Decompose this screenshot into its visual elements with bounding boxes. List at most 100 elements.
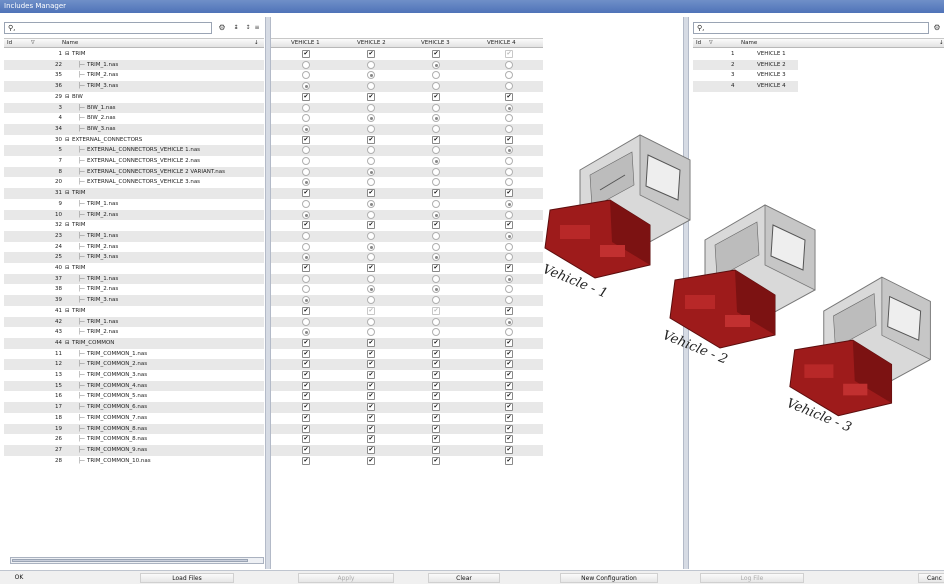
tree-group-row[interactable]: 29 ⊟ BIW xyxy=(4,92,264,103)
tree-file-row[interactable]: 10 ├─ TRIM_2.nas xyxy=(4,209,264,221)
variant-radio[interactable] xyxy=(505,253,513,262)
include-checkbox[interactable]: ✔ xyxy=(302,435,310,444)
vehicle-row[interactable]: 2 VEHICLE 2 xyxy=(693,59,798,71)
variant-radio[interactable] xyxy=(367,157,375,165)
tree-file-row[interactable]: 12 ├─ TRIM_COMMON_2.nas xyxy=(4,359,264,370)
tree-group-row[interactable]: 1 ⊟ TRIM xyxy=(4,49,264,60)
variant-radio[interactable] xyxy=(432,317,440,326)
include-checkbox[interactable]: ✔ xyxy=(432,424,440,433)
variant-radio[interactable] xyxy=(302,274,310,283)
include-checkbox[interactable]: ✔ xyxy=(302,403,310,412)
include-checkbox[interactable]: ✔ xyxy=(367,349,375,358)
tree-file-row[interactable]: 42 ├─ TRIM_1.nas xyxy=(4,316,264,328)
variant-radio[interactable] xyxy=(505,114,513,123)
variant-radio[interactable] xyxy=(432,285,440,294)
variant-radio[interactable] xyxy=(302,60,310,69)
include-checkbox[interactable]: ✔ xyxy=(505,424,513,433)
variant-radio[interactable] xyxy=(302,178,310,187)
filter-icon[interactable]: ≡ xyxy=(252,23,262,33)
settings-icon[interactable]: ⚙ xyxy=(932,23,942,33)
variant-radio[interactable] xyxy=(432,157,440,165)
collapse-icon[interactable]: ⊟ xyxy=(65,220,70,230)
include-checkbox[interactable]: ✔ xyxy=(367,306,375,315)
tree-file-row[interactable]: 23 ├─ TRIM_1.nas xyxy=(4,230,264,242)
tree-file-row[interactable]: 19 ├─ TRIM_COMMON_8.nas xyxy=(4,423,264,435)
variant-radio[interactable] xyxy=(432,199,440,208)
variant-radio[interactable] xyxy=(367,242,375,251)
tree-file-row[interactable]: 16 ├─ TRIM_COMMON_5.nas xyxy=(4,391,264,402)
variant-radio[interactable] xyxy=(432,274,440,283)
include-checkbox[interactable]: ✔ xyxy=(505,221,513,230)
matrix-col-vehicle-2[interactable]: VEHICLE 2 xyxy=(357,40,386,47)
include-checkbox[interactable]: ✔ xyxy=(432,403,440,412)
collapse-icon[interactable]: ⊟ xyxy=(65,92,70,102)
include-checkbox[interactable]: ✔ xyxy=(302,264,310,272)
tree-file-row[interactable]: 17 ├─ TRIM_COMMON_6.nas xyxy=(4,402,264,413)
include-checkbox[interactable]: ✔ xyxy=(505,403,513,412)
tree-file-row[interactable]: 27 ├─ TRIM_COMMON_9.nas xyxy=(4,444,264,456)
variant-radio[interactable] xyxy=(505,317,513,326)
vehicle-row[interactable]: 1 VEHICLE 1 xyxy=(693,49,798,60)
matrix-col-vehicle-3[interactable]: VEHICLE 3 xyxy=(421,40,450,47)
include-checkbox[interactable]: ✔ xyxy=(432,456,440,465)
variant-radio[interactable] xyxy=(302,231,310,240)
tree-file-row[interactable]: 5 ├─ EXTERNAL_CONNECTORS_VEHICLE 1.nas xyxy=(4,145,264,156)
include-checkbox[interactable]: ✔ xyxy=(505,92,513,101)
vehicle-row[interactable]: 4 VEHICLE 4 xyxy=(693,81,798,92)
variant-radio[interactable] xyxy=(432,114,440,123)
tree-file-row[interactable]: 28 ├─ TRIM_COMMON_10.nas xyxy=(4,456,264,467)
load-files-button[interactable]: Load Files xyxy=(140,573,234,583)
cancel-button[interactable]: Canc xyxy=(918,573,944,583)
collapse-icon[interactable]: ⊟ xyxy=(65,263,70,273)
include-checkbox[interactable]: ✔ xyxy=(302,424,310,433)
include-checkbox[interactable]: ✔ xyxy=(432,92,440,101)
tree-file-row[interactable]: 11 ├─ TRIM_COMMON_1.nas xyxy=(4,349,264,360)
variant-radio[interactable] xyxy=(505,210,513,219)
include-checkbox[interactable]: ✔ xyxy=(302,189,310,198)
tree-file-row[interactable]: 15 ├─ TRIM_COMMON_4.nas xyxy=(4,380,264,392)
variant-radio[interactable] xyxy=(367,253,375,262)
apply-button[interactable]: Apply xyxy=(298,573,394,583)
tree-file-row[interactable]: 9 ├─ TRIM_1.nas xyxy=(4,199,264,210)
include-checkbox[interactable]: ✔ xyxy=(505,264,513,272)
horizontal-scrollbar[interactable] xyxy=(10,557,264,564)
include-checkbox[interactable]: ✔ xyxy=(367,445,375,454)
variant-radio[interactable] xyxy=(302,242,310,251)
ok-button[interactable]: OK xyxy=(2,573,36,583)
tree-file-row[interactable]: 26 ├─ TRIM_COMMON_8.nas xyxy=(4,434,264,445)
variant-radio[interactable] xyxy=(505,71,513,80)
variant-radio[interactable] xyxy=(505,285,513,294)
variant-radio[interactable] xyxy=(302,296,310,305)
variant-radio[interactable] xyxy=(302,82,310,91)
tree-file-row[interactable]: 8 ├─ EXTERNAL_CONNECTORS_VEHICLE 2 VARIANT… xyxy=(4,166,264,178)
include-checkbox[interactable]: ✔ xyxy=(505,445,513,454)
tree-file-row[interactable]: 43 ├─ TRIM_2.nas xyxy=(4,327,264,338)
variant-radio[interactable] xyxy=(432,231,440,240)
id-column-header[interactable]: Id xyxy=(7,40,12,47)
name-column-header[interactable]: Name xyxy=(62,40,78,47)
variant-radio[interactable] xyxy=(367,199,375,208)
tree-file-row[interactable]: 24 ├─ TRIM_2.nas xyxy=(4,242,264,253)
variant-radio[interactable] xyxy=(302,103,310,112)
variant-radio[interactable] xyxy=(367,124,375,133)
variant-radio[interactable] xyxy=(505,124,513,133)
variant-radio[interactable] xyxy=(302,71,310,80)
tree-file-row[interactable]: 34 ├─ BIW_3.nas xyxy=(4,123,264,135)
variant-radio[interactable] xyxy=(367,285,375,294)
variant-radio[interactable] xyxy=(505,274,513,283)
variant-radio[interactable] xyxy=(505,328,513,337)
include-checkbox[interactable]: ✔ xyxy=(367,221,375,230)
include-checkbox[interactable]: ✔ xyxy=(302,349,310,358)
include-checkbox[interactable]: ✔ xyxy=(432,413,440,422)
include-checkbox[interactable]: ✔ xyxy=(505,392,513,401)
id-column-header[interactable]: Id xyxy=(696,40,701,47)
tree-file-row[interactable]: 36 ├─ TRIM_3.nas xyxy=(4,81,264,92)
variant-radio[interactable] xyxy=(302,253,310,262)
include-checkbox[interactable]: ✔ xyxy=(505,50,513,58)
include-checkbox[interactable]: ✔ xyxy=(302,413,310,422)
tree-file-row[interactable]: 37 ├─ TRIM_1.nas xyxy=(4,273,264,285)
variant-radio[interactable] xyxy=(302,285,310,294)
variant-radio[interactable] xyxy=(367,328,375,337)
tree-file-row[interactable]: 20 ├─ EXTERNAL_CONNECTORS_VEHICLE 3.nas xyxy=(4,177,264,188)
include-checkbox[interactable]: ✔ xyxy=(367,413,375,422)
